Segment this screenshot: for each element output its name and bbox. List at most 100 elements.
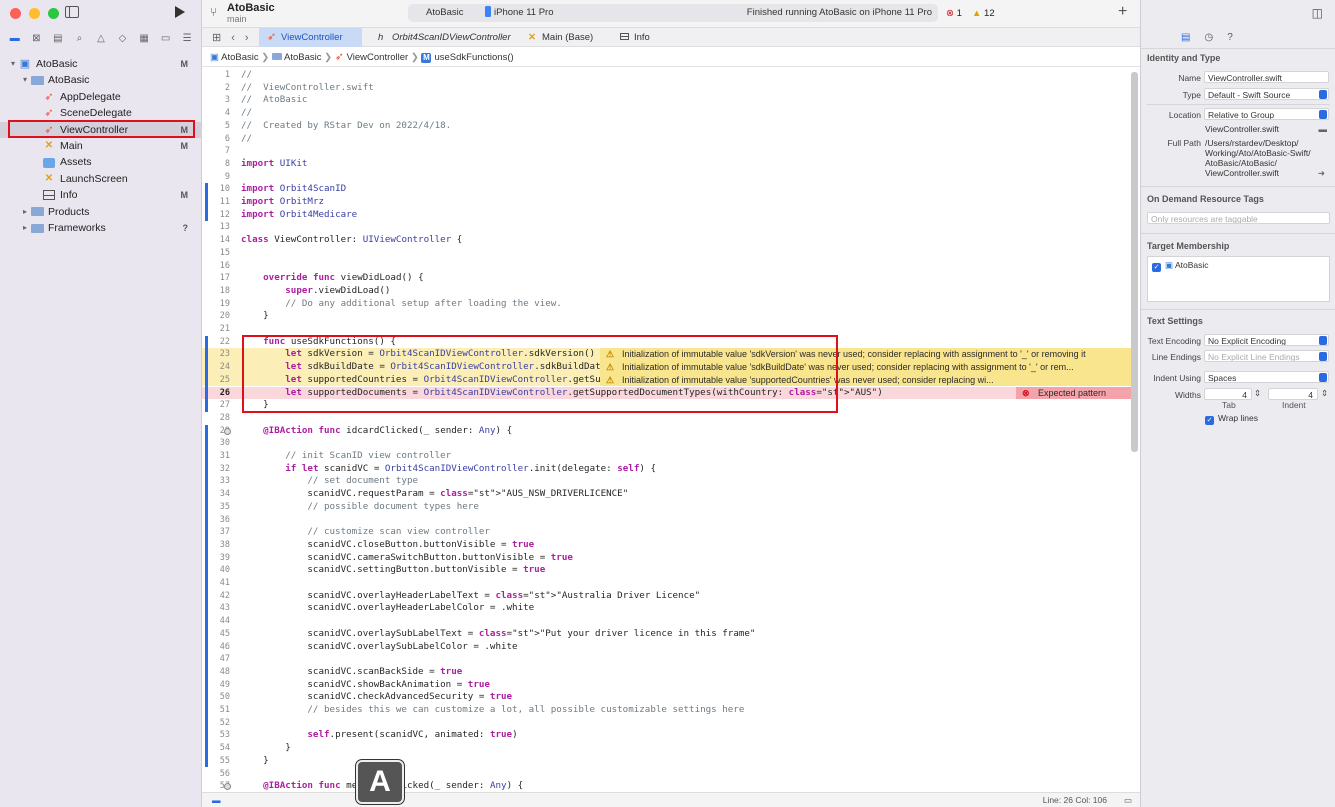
encoding-popup[interactable]: No Explicit Encoding <box>1204 334 1329 346</box>
code-line[interactable]: 52 <box>202 717 1132 730</box>
disclosure-icon[interactable]: ▸ <box>20 204 30 220</box>
code-line[interactable]: 16 <box>202 260 1132 273</box>
code-line[interactable]: 14 class ViewController: UIViewController… <box>202 234 1132 247</box>
code-line[interactable]: 11 import OrbitMrz <box>202 196 1132 209</box>
code-line[interactable]: 55 } <box>202 755 1132 768</box>
navigator-item[interactable]: ▾ AtoBasic <box>0 72 202 88</box>
find-navigator-icon[interactable]: ⌕ <box>72 33 86 44</box>
tab-stepper-icon[interactable]: ⇕ <box>1254 388 1261 399</box>
code-line[interactable]: 15 <box>202 247 1132 260</box>
folder-icon[interactable]: ▬ <box>1319 124 1328 134</box>
location-popup[interactable]: Relative to Group <box>1204 108 1329 120</box>
breadcrumb-method[interactable]: useSdkFunctions() <box>434 52 513 63</box>
checkbox-checked-icon[interactable]: ✓ <box>1152 263 1161 272</box>
code-line[interactable]: 23 let sdkVersion = Orbit4ScanIDViewCont… <box>202 348 1132 362</box>
editor-tab[interactable]: ➶ ViewController <box>259 28 362 47</box>
checkbox-checked-icon[interactable]: ✓ <box>1205 416 1214 425</box>
code-line[interactable]: 34 scanidVC.requestParam = class="st">"A… <box>202 488 1132 501</box>
code-line[interactable]: 49 scanidVC.showBackAnimation = true <box>202 679 1132 692</box>
error-message[interactable]: ⊗ Expected pattern <box>1016 386 1132 400</box>
navigator-item[interactable]: ➶ SceneDelegate <box>0 105 202 121</box>
code-line[interactable]: 4 // <box>202 107 1132 120</box>
breadcrumb-project[interactable]: AtoBasic <box>221 52 259 63</box>
disclosure-icon[interactable]: ▾ <box>8 56 18 72</box>
tab-nav-arrows[interactable]: ⊞‹› <box>212 31 259 44</box>
navigator-item[interactable]: ▸ Products <box>0 204 202 220</box>
symbol-navigator-icon[interactable]: ▤ <box>51 33 65 44</box>
indent-stepper-icon[interactable]: ⇕ <box>1321 388 1328 399</box>
scheme-activity-bar[interactable]: AtoBasic iPhone 11 Pro Finished running … <box>408 4 938 22</box>
code-line[interactable]: 38 scanidVC.closeButton.buttonVisible = … <box>202 539 1132 552</box>
odr-tags-field[interactable]: Only resources are taggable <box>1147 212 1330 224</box>
code-line[interactable]: 48 scanidVC.scanBackSide = true <box>202 666 1132 679</box>
debug-toggle-icon[interactable]: ▭ <box>1124 793 1132 807</box>
code-line[interactable]: 36 <box>202 514 1132 527</box>
wrap-lines-checkbox[interactable]: ✓ Wrap lines <box>1205 413 1258 425</box>
type-popup[interactable]: Default - Swift Source <box>1204 88 1329 100</box>
disclosure-icon[interactable]: ▸ <box>20 220 30 236</box>
warning-message[interactable]: ⚠ Initialization of immutable value 'supp… <box>600 373 1132 387</box>
code-line[interactable]: 17 override func viewDidLoad() { <box>202 272 1132 285</box>
code-line[interactable]: 13 <box>202 221 1132 234</box>
outlet-connection-icon[interactable] <box>224 427 231 435</box>
reveal-arrow-icon[interactable]: ➜ <box>1318 168 1325 179</box>
code-line[interactable]: 47 <box>202 653 1132 666</box>
breadcrumb-group[interactable]: AtoBasic <box>284 52 322 63</box>
close-window-button[interactable] <box>10 8 21 19</box>
code-line[interactable]: 3 // AtoBasic <box>202 94 1132 107</box>
code-line[interactable]: 2 // ViewController.swift <box>202 82 1132 95</box>
code-line[interactable]: 18 super.viewDidLoad() <box>202 285 1132 298</box>
code-line[interactable]: 39 scanidVC.cameraSwitchButton.buttonVis… <box>202 552 1132 565</box>
warning-message[interactable]: ⚠ Initialization of immutable value 'sdkB… <box>600 361 1132 374</box>
code-line[interactable]: 8 import UIKit <box>202 158 1132 171</box>
name-field[interactable]: ViewController.swift <box>1204 71 1329 83</box>
code-line[interactable]: 37 // customize scan view controller <box>202 526 1132 539</box>
breadcrumb-file[interactable]: ViewController <box>347 52 409 63</box>
history-inspector-icon[interactable]: ◷ <box>1204 32 1213 43</box>
code-line[interactable]: 7 <box>202 145 1132 158</box>
disclosure-icon[interactable]: ▾ <box>20 72 30 88</box>
navigator-item[interactable]: ✕ Main M <box>0 138 202 154</box>
file-inspector-icon[interactable]: ▤ <box>1181 32 1190 43</box>
code-line[interactable]: 10 import Orbit4ScanID <box>202 183 1132 196</box>
code-line[interactable]: 33 // set document type <box>202 475 1132 488</box>
navigator-item[interactable]: Assets <box>0 154 202 170</box>
change-indicator[interactable] <box>205 424 208 768</box>
project-navigator-icon[interactable]: ▬ <box>8 33 22 44</box>
sidebar-toggle-icon[interactable] <box>65 6 79 18</box>
navigator-item[interactable]: ▸ Frameworks? <box>0 220 202 236</box>
code-line[interactable]: 42 scanidVC.overlayHeaderLabelText = cla… <box>202 590 1132 603</box>
editor-tab[interactable]: Info <box>612 28 672 47</box>
editor-scrollbar[interactable] <box>1131 72 1138 452</box>
code-line[interactable]: 51 // besides this we can customize a lo… <box>202 704 1132 717</box>
issue-navigator-icon[interactable]: △ <box>94 33 108 44</box>
code-line[interactable]: 24 let sdkBuildDate = Orbit4ScanIDViewCo… <box>202 361 1132 374</box>
code-line[interactable]: 19 // Do any additional setup after load… <box>202 298 1132 311</box>
jump-bar[interactable]: ▣ AtoBasic ❯ AtoBasic ❯ ➶ ViewController… <box>202 48 1140 67</box>
code-line[interactable]: 30 <box>202 437 1132 450</box>
code-line[interactable]: 12 import Orbit4Medicare <box>202 209 1132 222</box>
navigator-item[interactable]: ➶ ViewController M <box>0 121 202 138</box>
code-line[interactable]: 25 let supportedCountries = Orbit4ScanID… <box>202 373 1132 387</box>
warning-message[interactable]: ⚠ Initialization of immutable value 'sdkV… <box>600 348 1132 362</box>
code-line[interactable]: 54 } <box>202 742 1132 755</box>
source-control-icon[interactable]: ⊠ <box>29 33 43 44</box>
code-line[interactable]: 53 self.present(scanidVC, animated: true… <box>202 729 1132 742</box>
tab-width-field[interactable]: 4 <box>1204 388 1252 400</box>
code-line[interactable]: 57 @IBAction func medicareClicked(_ send… <box>202 780 1132 793</box>
code-line[interactable]: 45 scanidVC.overlaySubLabelText = class=… <box>202 628 1132 641</box>
error-count[interactable]: ⊗ 1 <box>946 8 962 19</box>
code-line[interactable]: 21 <box>202 323 1132 336</box>
indent-using-popup[interactable]: Spaces <box>1204 371 1329 383</box>
test-navigator-icon[interactable]: ◇ <box>116 33 130 44</box>
inspector-toggle-icon[interactable]: ◫ <box>1312 6 1323 20</box>
editor-tab[interactable]: h Orbit4ScanIDViewController <box>370 28 511 47</box>
code-line[interactable]: 46 scanidVC.overlaySubLabelColor = .whit… <box>202 641 1132 654</box>
navigator-item[interactable]: ➶ AppDelegate <box>0 89 202 105</box>
navigator-item[interactable]: Info M <box>0 187 202 203</box>
indent-width-field[interactable]: 4 <box>1268 388 1318 400</box>
source-code-editor[interactable]: 1//2// ViewController.swift 3// AtoBasic 4… <box>202 69 1132 793</box>
code-line[interactable]: 1 // <box>202 69 1132 82</box>
code-line[interactable]: 31 // init ScanID view controller <box>202 450 1132 463</box>
line-endings-popup[interactable]: No Explicit Line Endings <box>1204 350 1329 362</box>
